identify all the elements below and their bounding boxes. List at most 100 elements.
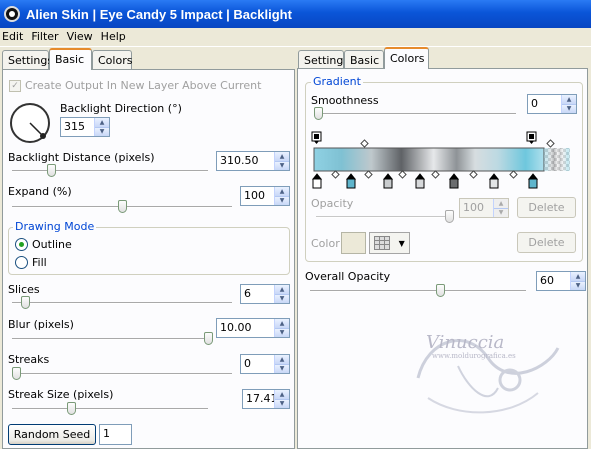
tab-colors-left[interactable]: Colors bbox=[92, 50, 132, 70]
expand-down-icon[interactable]: ▼ bbox=[275, 196, 289, 205]
distance-up-icon[interactable]: ▲ bbox=[275, 152, 289, 162]
direction-value[interactable]: 315 bbox=[61, 118, 94, 136]
streak-size-label: Streak Size (pixels) bbox=[8, 388, 114, 401]
direction-up-icon[interactable]: ▲ bbox=[95, 118, 109, 128]
direction-label: Backlight Direction (°) bbox=[60, 102, 182, 115]
expand-thumb[interactable] bbox=[118, 200, 127, 213]
streak-size-slider[interactable] bbox=[12, 402, 208, 415]
menu-separator bbox=[0, 46, 591, 47]
overall-opacity-slider[interactable] bbox=[310, 284, 526, 297]
slices-up-icon[interactable]: ▲ bbox=[275, 285, 289, 295]
blur-thumb[interactable] bbox=[204, 332, 213, 345]
streaks-spinner[interactable]: 0 ▲ ▼ bbox=[240, 354, 290, 374]
distance-value[interactable]: 310.50 bbox=[217, 152, 274, 170]
opacity-slider[interactable] bbox=[316, 210, 454, 223]
distance-slider[interactable] bbox=[12, 164, 208, 177]
smoothness-up-icon[interactable]: ▲ bbox=[562, 95, 576, 105]
fill-radio[interactable] bbox=[15, 256, 28, 269]
random-seed-value[interactable]: 1 bbox=[100, 425, 131, 444]
slices-down-icon[interactable]: ▼ bbox=[275, 294, 289, 303]
drawing-mode-title: Drawing Mode bbox=[13, 220, 97, 233]
random-seed-field[interactable]: 1 bbox=[99, 424, 132, 445]
create-output-label: Create Output In New Layer Above Current bbox=[25, 79, 262, 92]
window-title: Alien Skin | Eye Candy 5 Impact | Backli… bbox=[26, 6, 292, 22]
expand-slider[interactable] bbox=[12, 200, 232, 213]
menu-help[interactable]: Help bbox=[99, 28, 132, 46]
expand-up-icon[interactable]: ▲ bbox=[275, 187, 289, 197]
outline-option[interactable]: Outline bbox=[15, 238, 72, 251]
tab-settings-right[interactable]: Settings bbox=[298, 50, 349, 70]
color-picker-dropdown[interactable]: ▼ bbox=[369, 232, 410, 254]
smoothness-spinner[interactable]: 0 ▲ ▼ bbox=[527, 94, 577, 114]
streak-size-value[interactable]: 17.41 bbox=[243, 390, 274, 408]
blur-slider[interactable] bbox=[12, 332, 213, 345]
overall-opacity-thumb[interactable] bbox=[435, 284, 445, 297]
direction-dial[interactable] bbox=[10, 103, 50, 143]
color-label: Color bbox=[311, 237, 340, 250]
smoothness-thumb[interactable] bbox=[314, 107, 323, 120]
tab-colors-right[interactable]: Colors bbox=[384, 47, 429, 69]
menu-view[interactable]: View bbox=[65, 28, 99, 46]
streak-size-up-icon[interactable]: ▲ bbox=[275, 390, 289, 400]
opacity-thumb[interactable] bbox=[445, 210, 454, 223]
gradient-graphic bbox=[311, 131, 570, 189]
gradient-title: Gradient bbox=[311, 75, 363, 88]
overall-opacity-value[interactable]: 60 bbox=[537, 272, 570, 290]
menu-filter[interactable]: Filter bbox=[29, 28, 64, 46]
streak-size-thumb[interactable] bbox=[66, 402, 76, 415]
watermark: Vinuccia www.moldurografica.es bbox=[398, 318, 578, 428]
gradient-editor[interactable] bbox=[311, 131, 571, 191]
blur-value[interactable]: 10.00 bbox=[217, 319, 274, 337]
overall-opacity-down-icon[interactable]: ▼ bbox=[571, 281, 585, 290]
opacity-value[interactable]: 100 bbox=[460, 199, 493, 217]
overall-opacity-spinner[interactable]: 60 ▲ ▼ bbox=[536, 271, 586, 291]
distance-label: Backlight Distance (pixels) bbox=[8, 151, 155, 164]
slices-slider[interactable] bbox=[12, 296, 232, 309]
direction-down-icon[interactable]: ▼ bbox=[95, 127, 109, 136]
blur-spinner[interactable]: 10.00 ▲ ▼ bbox=[216, 318, 290, 338]
opacity-spinner[interactable]: 100 ▲ ▼ bbox=[459, 198, 509, 218]
menu-edit[interactable]: Edit bbox=[0, 28, 29, 46]
expand-spinner[interactable]: 100 ▲ ▼ bbox=[240, 186, 290, 206]
delete-opacity-button[interactable]: Delete bbox=[517, 197, 576, 218]
streaks-thumb[interactable] bbox=[12, 367, 21, 380]
outline-radio[interactable] bbox=[15, 238, 28, 251]
direction-spinner[interactable]: 315 ▲ ▼ bbox=[60, 117, 110, 137]
slices-value[interactable]: 6 bbox=[241, 285, 274, 303]
dropdown-arrow-icon: ▼ bbox=[398, 238, 405, 248]
distance-thumb[interactable] bbox=[47, 164, 57, 177]
streaks-value[interactable]: 0 bbox=[241, 355, 274, 373]
tab-basic-left[interactable]: Basic bbox=[49, 48, 92, 70]
grid-icon bbox=[374, 236, 391, 250]
streak-size-spinner[interactable]: 17.41 ▲▼ bbox=[242, 389, 290, 409]
fill-label: Fill bbox=[32, 256, 47, 269]
streaks-slider[interactable] bbox=[12, 367, 232, 380]
blur-down-icon[interactable]: ▼ bbox=[275, 328, 289, 337]
random-seed-button[interactable]: Random Seed bbox=[8, 424, 96, 445]
overall-opacity-up-icon[interactable]: ▲ bbox=[571, 272, 585, 282]
expand-value[interactable]: 100 bbox=[241, 187, 274, 205]
smoothness-slider[interactable] bbox=[314, 107, 516, 120]
create-output-checkbox[interactable]: ✓ bbox=[9, 80, 21, 92]
opacity-up-icon[interactable]: ▲ bbox=[494, 199, 508, 209]
smoothness-label: Smoothness bbox=[311, 94, 379, 107]
slices-spinner[interactable]: 6 ▲ ▼ bbox=[240, 284, 290, 304]
fill-option[interactable]: Fill bbox=[15, 256, 47, 269]
blur-up-icon[interactable]: ▲ bbox=[275, 319, 289, 329]
smoothness-value[interactable]: 0 bbox=[528, 95, 561, 113]
outline-label: Outline bbox=[32, 238, 72, 251]
streaks-down-icon[interactable]: ▼ bbox=[275, 364, 289, 373]
alien-skin-icon bbox=[4, 6, 20, 22]
streaks-up-icon[interactable]: ▲ bbox=[275, 355, 289, 365]
delete-color-button[interactable]: Delete bbox=[517, 232, 576, 253]
tab-basic-right[interactable]: Basic bbox=[344, 50, 384, 70]
opacity-down-icon[interactable]: ▼ bbox=[494, 208, 508, 217]
tab-settings-left[interactable]: Settings bbox=[2, 50, 53, 70]
streak-size-down-icon[interactable]: ▼ bbox=[275, 399, 289, 408]
smoothness-down-icon[interactable]: ▼ bbox=[562, 104, 576, 113]
distance-down-icon[interactable]: ▼ bbox=[275, 161, 289, 170]
color-swatch[interactable] bbox=[341, 232, 366, 254]
distance-spinner[interactable]: 310.50 ▲ ▼ bbox=[216, 151, 290, 171]
overall-opacity-label: Overall Opacity bbox=[305, 270, 391, 283]
slices-thumb[interactable] bbox=[21, 296, 31, 309]
